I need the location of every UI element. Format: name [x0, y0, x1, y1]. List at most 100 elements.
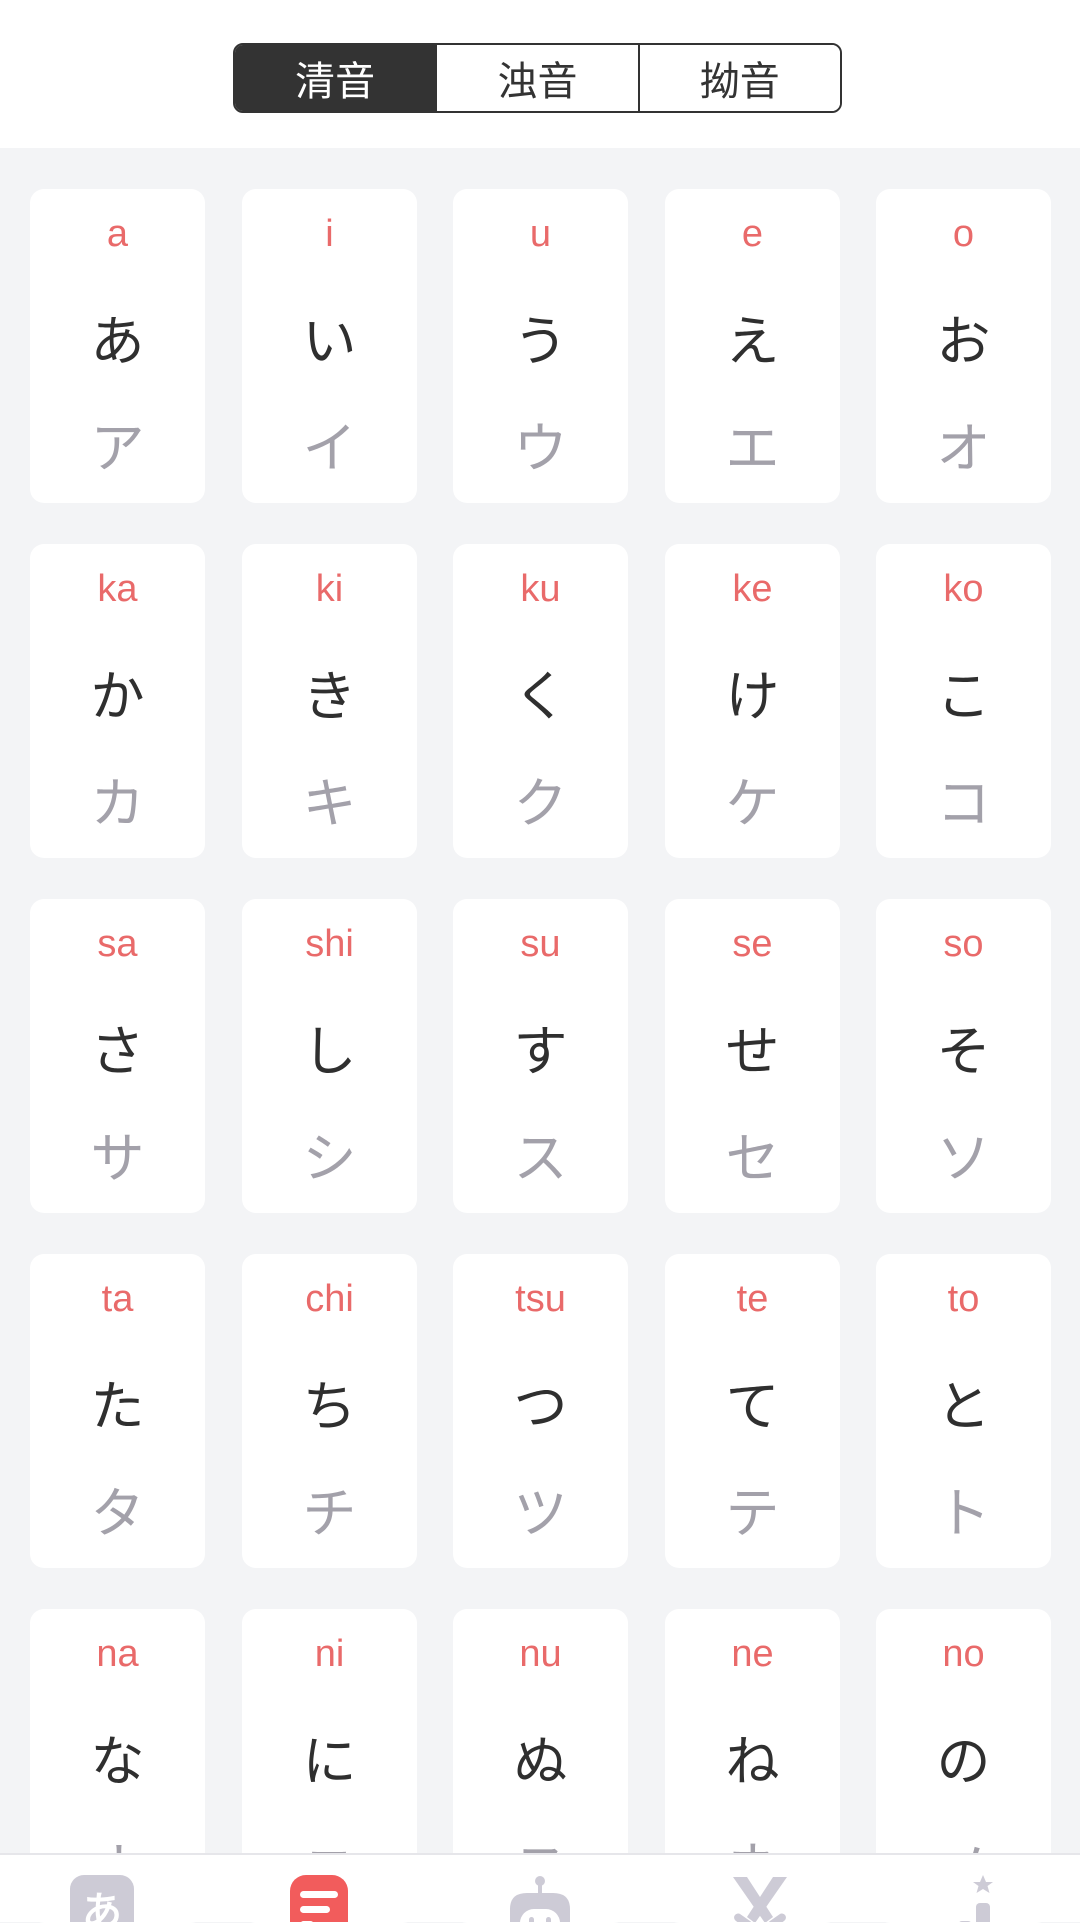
hiragana-char: こ [936, 665, 991, 728]
romaji-label: na [96, 1633, 139, 1675]
romaji-label: no [942, 1633, 985, 1675]
hiragana-char: さ [90, 1020, 145, 1083]
kana-card-ki[interactable]: ki きキ [242, 544, 417, 858]
hiragana-char: ね [725, 1730, 780, 1793]
romaji-label: te [736, 1278, 769, 1320]
tab-dakuon[interactable]: 浊音 [435, 45, 638, 111]
romaji-label: se [732, 923, 773, 965]
kana-card-ka[interactable]: ka かカ [30, 544, 205, 858]
katakana-char: カ [90, 772, 145, 835]
katakana-char: イ [302, 417, 357, 480]
hiragana-icon: あ [70, 1875, 134, 1922]
hiragana-char: つ [513, 1375, 568, 1438]
romaji-label: ki [315, 568, 344, 610]
document-icon [290, 1875, 348, 1922]
kana-card-shi[interactable]: shi しシ [242, 899, 417, 1213]
hiragana-char: あ [90, 310, 145, 373]
romaji-label: ku [520, 568, 561, 610]
romaji-label: ta [101, 1278, 134, 1320]
katakana-char: チ [302, 1482, 357, 1545]
kana-card-e[interactable]: e えエ [665, 189, 840, 503]
kana-card-ku[interactable]: ku くク [453, 544, 628, 858]
romaji-label: ne [731, 1633, 774, 1675]
hiragana-char: け [725, 665, 780, 728]
katakana-char: ケ [725, 772, 780, 835]
kana-card-su[interactable]: su すス [453, 899, 628, 1213]
hiragana-char: の [936, 1730, 991, 1793]
hiragana-char: ち [302, 1375, 357, 1438]
kana-card-tsu[interactable]: tsu つツ [453, 1254, 628, 1568]
kana-card-i[interactable]: i いイ [242, 189, 417, 503]
katakana-char: ス [513, 1127, 568, 1190]
katakana-char: ウ [513, 417, 568, 480]
ranking-icon [959, 1875, 993, 1922]
kana-card-so[interactable]: so そソ [876, 899, 1051, 1213]
katakana-char: ク [513, 772, 568, 835]
kana-card-sa[interactable]: sa さサ [30, 899, 205, 1213]
tab-seion[interactable]: 清音 [235, 45, 436, 111]
nav-item-list[interactable] [284, 1873, 354, 1922]
hiragana-char: く [513, 665, 568, 728]
hiragana-char: な [90, 1730, 145, 1793]
romaji-label: a [106, 213, 129, 255]
hiragana-char: か [90, 665, 145, 728]
kana-card-chi[interactable]: chi ちチ [242, 1254, 417, 1568]
romaji-label: ke [732, 568, 773, 610]
kana-card-te[interactable]: te てテ [665, 1254, 840, 1568]
hiragana-char: た [90, 1375, 145, 1438]
katakana-char: ア [90, 417, 145, 480]
kana-card-ta[interactable]: ta たタ [30, 1254, 205, 1568]
hiragana-char: て [725, 1375, 780, 1438]
katakana-char: タ [90, 1482, 145, 1545]
romaji-label: ni [314, 1633, 345, 1675]
crossed-swords-icon [733, 1877, 787, 1922]
hiragana-char: い [302, 310, 357, 373]
hiragana-char: え [725, 310, 780, 373]
katakana-char: ソ [936, 1127, 991, 1190]
kana-type-segmented-control: 清音 浊音 拗音 [233, 43, 842, 113]
kana-card-ko[interactable]: ko こコ [876, 544, 1051, 858]
nav-item-kana[interactable]: あ [67, 1873, 137, 1922]
svg-text:あ: あ [82, 1889, 122, 1922]
romaji-label: chi [305, 1278, 354, 1320]
kana-card-a[interactable]: a あア [30, 189, 205, 503]
katakana-char: テ [725, 1482, 780, 1545]
katakana-char: コ [936, 772, 991, 835]
header: 清音 浊音 拗音 [0, 0, 1080, 148]
hiragana-char: う [513, 310, 568, 373]
romaji-label: su [520, 923, 561, 965]
katakana-char: ツ [513, 1482, 568, 1545]
romaji-label: i [325, 213, 334, 255]
robot-icon [510, 1876, 570, 1922]
kana-card-o[interactable]: o おオ [876, 189, 1051, 503]
tab-youon[interactable]: 拗音 [637, 45, 840, 111]
romaji-label: nu [519, 1633, 562, 1675]
romaji-label: ko [943, 568, 984, 610]
nav-item-ranking[interactable] [942, 1873, 1012, 1922]
nav-item-robot[interactable] [505, 1873, 575, 1922]
bottom-nav: あ [0, 1853, 1080, 1922]
romaji-label: e [741, 213, 764, 255]
katakana-char: キ [302, 772, 357, 835]
katakana-char: エ [725, 417, 780, 480]
romaji-label: ka [97, 568, 138, 610]
hiragana-char: に [302, 1730, 357, 1793]
kana-card-to[interactable]: to とト [876, 1254, 1051, 1568]
katakana-char: ト [936, 1482, 991, 1545]
hiragana-char: す [513, 1020, 568, 1083]
hiragana-char: そ [936, 1020, 991, 1083]
katakana-char: オ [936, 417, 991, 480]
romaji-label: sa [97, 923, 138, 965]
hiragana-char: し [302, 1020, 357, 1083]
kana-card-ke[interactable]: ke けケ [665, 544, 840, 858]
romaji-label: shi [305, 923, 354, 965]
katakana-char: セ [725, 1127, 780, 1190]
romaji-label: to [947, 1278, 980, 1320]
kana-card-u[interactable]: u うウ [453, 189, 628, 503]
nav-item-battle[interactable] [725, 1873, 795, 1922]
hiragana-char: き [302, 665, 357, 728]
hiragana-char: せ [725, 1020, 780, 1083]
romaji-label: u [529, 213, 552, 255]
romaji-label: tsu [515, 1278, 566, 1320]
kana-card-se[interactable]: se せセ [665, 899, 840, 1213]
